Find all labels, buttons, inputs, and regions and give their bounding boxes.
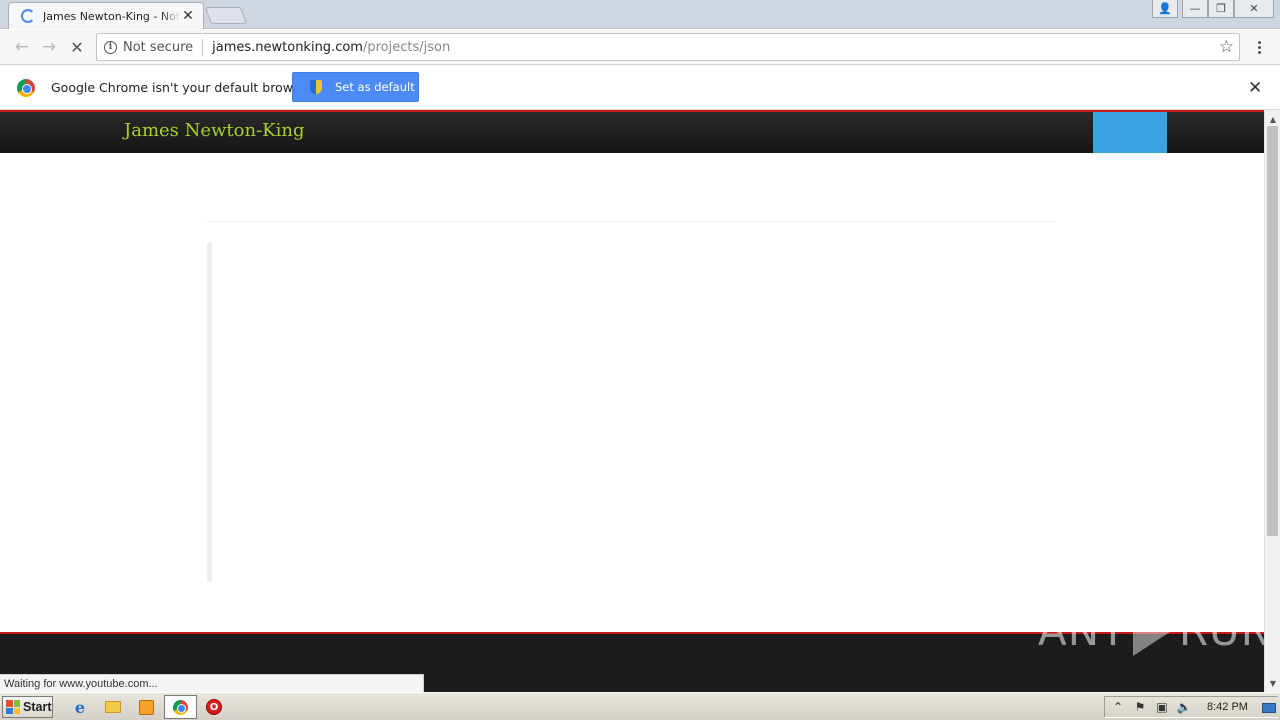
close-window-button[interactable]: ✕ xyxy=(1234,0,1274,18)
tray-expand-icon[interactable]: ⌃ xyxy=(1109,698,1127,716)
stop-loading-button[interactable]: ✕ xyxy=(66,36,88,58)
system-tray: ⌃ ⚑ ▣ 🔈 8:42 PM xyxy=(1104,696,1278,718)
chrome-menu-icon[interactable] xyxy=(1252,36,1266,58)
windows-taskbar: Start e O ⌃ ⚑ ▣ 🔈 8:42 PM xyxy=(0,692,1280,720)
chrome-icon xyxy=(173,699,188,715)
watermark-right-text: RUN xyxy=(1178,605,1264,655)
site-title-link[interactable]: James Newton-King xyxy=(124,120,305,141)
url-host[interactable]: james.newtonking.com xyxy=(212,40,363,55)
folder-icon[interactable] xyxy=(104,698,122,716)
shield-icon xyxy=(310,80,322,94)
url-path[interactable]: /projects/json xyxy=(363,40,450,55)
back-button[interactable]: ← xyxy=(11,36,33,58)
tab-title: James Newton-King - Not fo xyxy=(43,9,181,23)
bookmark-star-icon[interactable]: ☆ xyxy=(1219,37,1234,57)
scroll-thumb[interactable] xyxy=(1267,126,1278,536)
tab-strip: James Newton-King - Not fo ✕ 👤 — ❐ ✕ xyxy=(0,0,1280,29)
site-header: James Newton-King xyxy=(0,110,1264,153)
page-scrollbar[interactable]: ▲ ▼ xyxy=(1264,110,1280,692)
scroll-down-icon[interactable]: ▼ xyxy=(1265,676,1280,690)
browser-toolbar: ← → ✕ i Not secure james.newtonking.com … xyxy=(0,30,1280,65)
info-icon[interactable]: i xyxy=(104,40,117,54)
media-player-icon[interactable] xyxy=(137,698,155,716)
volume-icon[interactable]: 🔈 xyxy=(1175,698,1193,716)
maximize-button[interactable]: ❐ xyxy=(1208,0,1234,18)
action-center-flag-icon[interactable]: ⚑ xyxy=(1131,698,1149,716)
network-icon[interactable]: ▣ xyxy=(1153,698,1171,716)
default-browser-infobar: Google Chrome isn't your default browser… xyxy=(0,66,1280,110)
play-icon xyxy=(1132,604,1173,656)
address-bar[interactable]: i Not secure james.newtonking.com /proje… xyxy=(96,33,1240,61)
scroll-up-icon[interactable]: ▲ xyxy=(1265,112,1280,126)
start-label: Start xyxy=(23,700,52,714)
security-label[interactable]: Not secure xyxy=(123,40,193,55)
tab-close-icon[interactable]: ✕ xyxy=(181,8,195,24)
infobar-message: Google Chrome isn't your default browser xyxy=(51,80,313,95)
show-desktop-button[interactable] xyxy=(1262,703,1276,713)
status-bubble: Waiting for www.youtube.com... xyxy=(0,674,424,692)
infobar-close-icon[interactable]: ✕ xyxy=(1248,78,1262,98)
forward-button[interactable]: → xyxy=(38,36,60,58)
start-button[interactable]: Start xyxy=(2,696,53,718)
content-divider xyxy=(207,221,1056,222)
loading-spinner-icon xyxy=(21,9,35,23)
chrome-taskbar-button[interactable] xyxy=(164,695,197,719)
content-side-rule xyxy=(207,243,212,582)
address-separator xyxy=(202,38,204,56)
set-as-default-label: Set as default xyxy=(335,80,415,94)
page-viewport: James Newton-King ANY RUN Waiting for ww… xyxy=(0,110,1264,692)
taskbar-clock[interactable]: 8:42 PM xyxy=(1207,701,1248,713)
new-tab-button[interactable] xyxy=(204,7,248,24)
ie-icon[interactable]: e xyxy=(71,698,89,717)
header-nav-block[interactable] xyxy=(1093,112,1167,153)
opera-icon[interactable]: O xyxy=(205,698,223,716)
anyrun-watermark: ANY RUN xyxy=(1038,604,1264,656)
set-as-default-button[interactable]: Set as default xyxy=(292,72,419,102)
minimize-button[interactable]: — xyxy=(1182,0,1208,18)
tab-active[interactable]: James Newton-King - Not fo ✕ xyxy=(8,2,204,29)
user-profile-icon[interactable]: 👤 xyxy=(1152,0,1178,18)
chrome-logo-icon xyxy=(17,79,35,97)
windows-flag-icon xyxy=(6,700,20,714)
watermark-left-text: ANY xyxy=(1038,605,1127,655)
